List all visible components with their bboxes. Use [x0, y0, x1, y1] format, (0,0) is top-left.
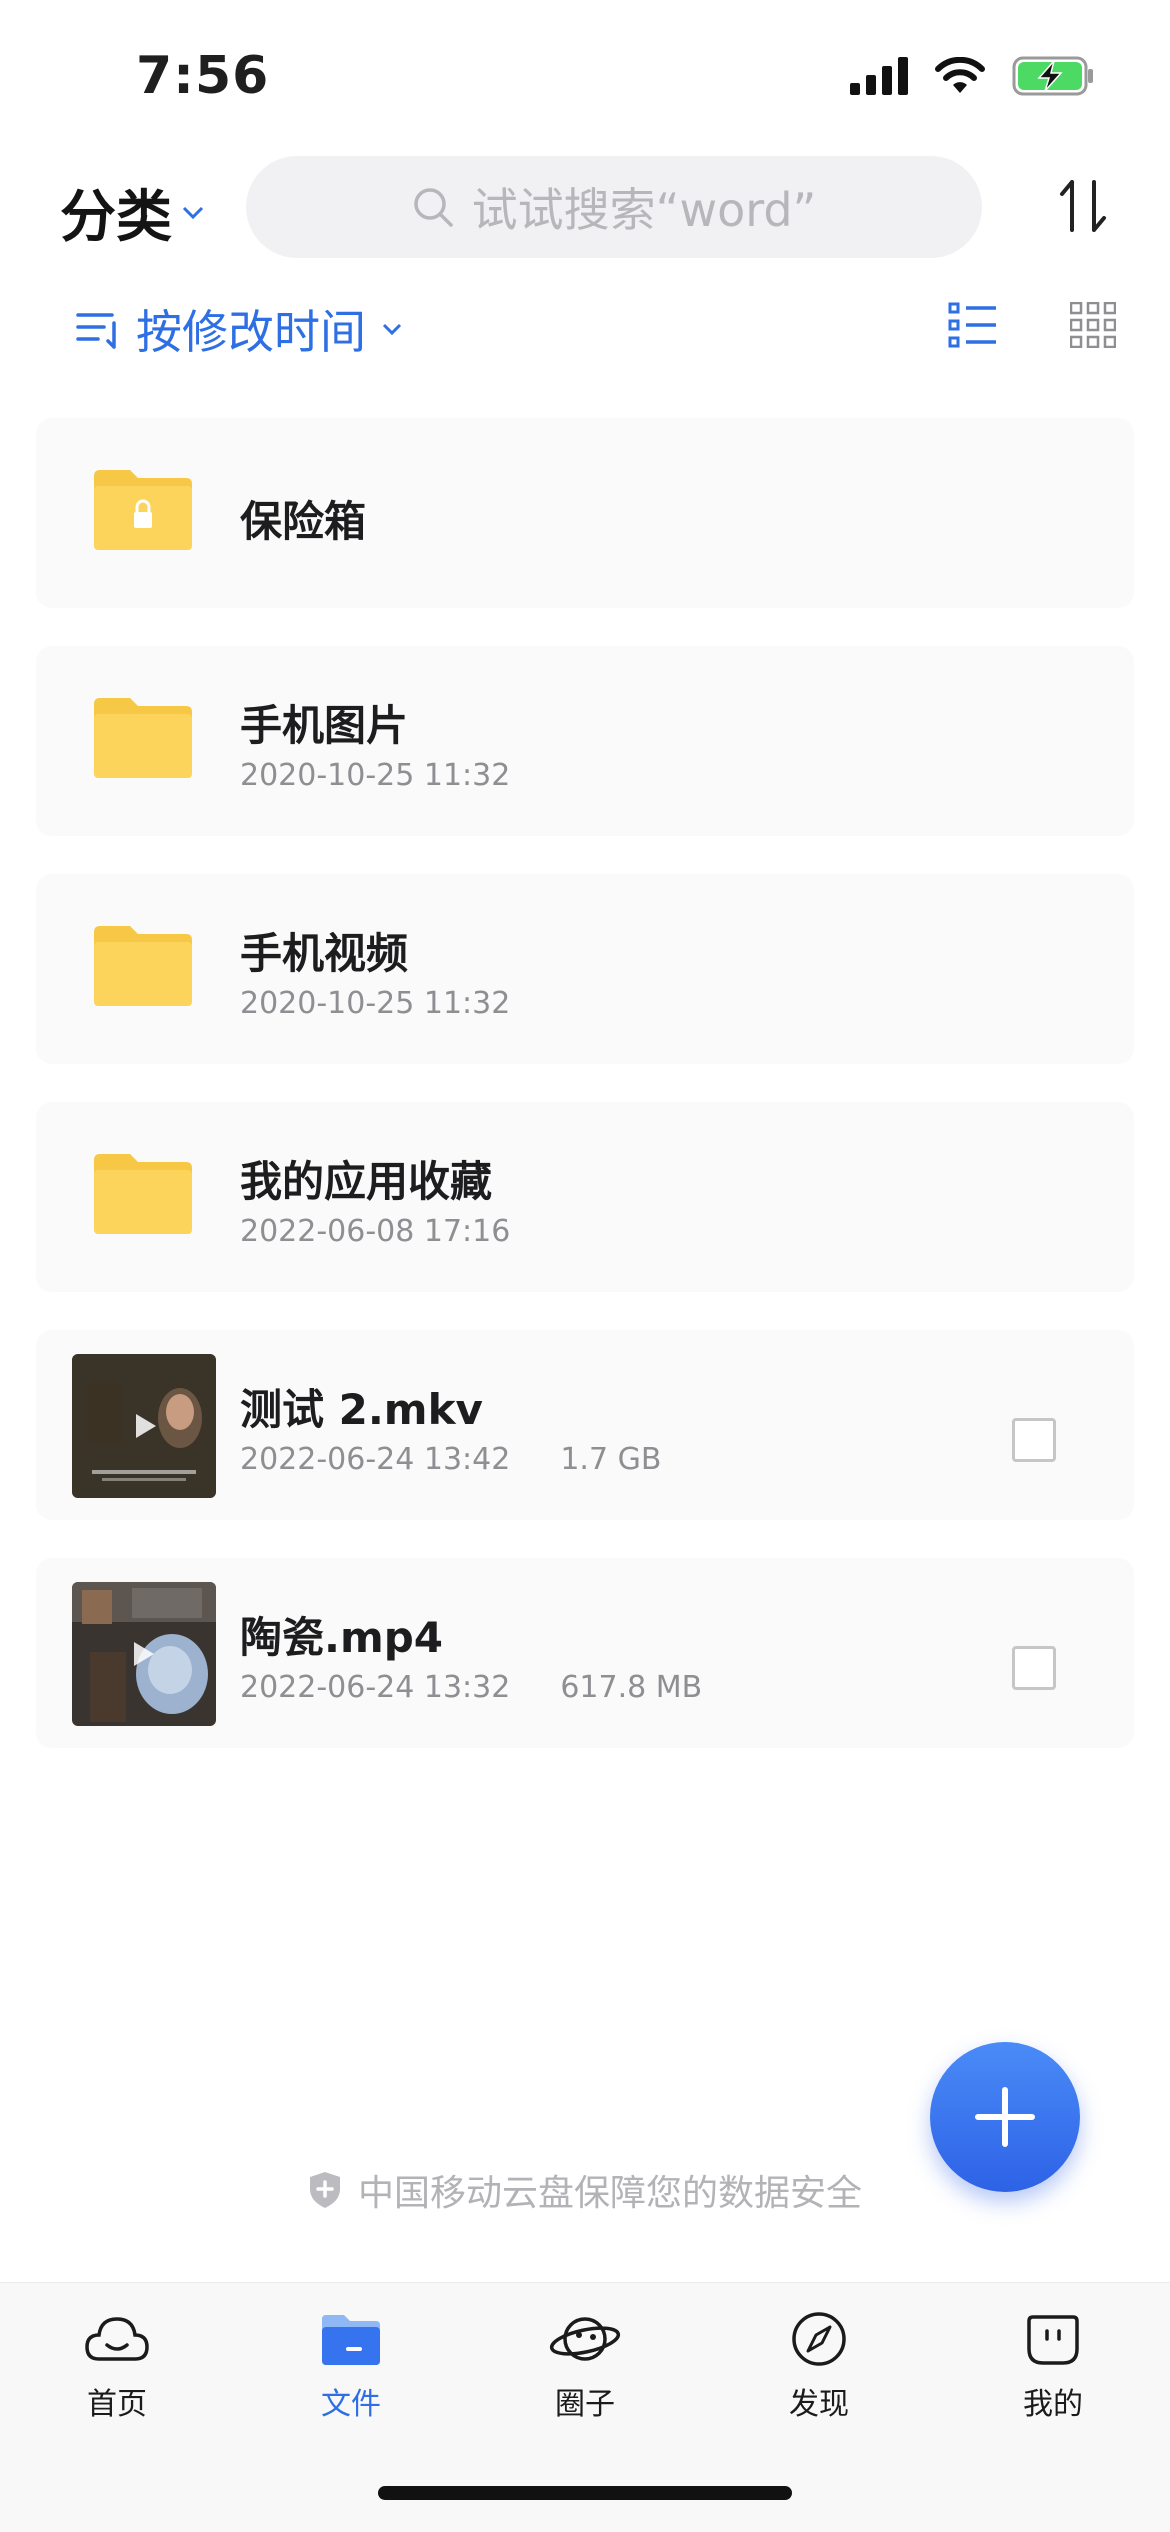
file-meta: 2020-10-25 11:32 [240, 986, 510, 1021]
planet-icon [549, 2317, 621, 2361]
tab-profile[interactable]: 我的 [936, 2311, 1170, 2423]
select-checkbox[interactable] [1012, 1646, 1056, 1690]
file-size: 617.8 MB [560, 1670, 703, 1705]
tab-label: 圈子 [555, 2387, 615, 2422]
select-checkbox[interactable] [1012, 1418, 1056, 1462]
security-text: 中国移动云盘保障您的数据安全 [357, 2173, 862, 2214]
file-date: 2022-06-08 17:16 [240, 1214, 511, 1249]
file-date: 2020-10-25 11:32 [240, 986, 511, 1021]
security-note: 中国移动云盘保障您的数据安全 [0, 2164, 1170, 2216]
tab-label: 文件 [321, 2387, 381, 2422]
home-cloud-icon [85, 2317, 149, 2361]
status-icons [850, 56, 1094, 96]
profile-face-icon [1027, 2315, 1079, 2365]
sort-by-label: 按修改时间 [136, 305, 366, 359]
file-meta: 2020-10-25 11:32 [240, 758, 510, 793]
sort-by-dropdown[interactable]: 按修改时间 [76, 296, 402, 362]
plus-icon [975, 2087, 1035, 2147]
chevron-down-icon [182, 206, 204, 219]
tab-circle[interactable]: 圈子 [468, 2311, 702, 2423]
wifi-icon [935, 57, 985, 93]
tab-home[interactable]: 首页 [0, 2311, 234, 2423]
file-meta: 2022-06-08 17:16 [240, 1214, 510, 1249]
grid-view-icon[interactable] [1070, 302, 1116, 348]
list-item-vault[interactable]: 保险箱 [36, 418, 1134, 608]
status-time: 7:56 [136, 46, 270, 106]
compass-icon [792, 2312, 846, 2366]
file-folder-icon [322, 2315, 380, 2365]
file-date: 2020-10-25 11:32 [240, 758, 511, 793]
home-indicator [378, 2486, 792, 2500]
locked-folder-icon [94, 470, 192, 550]
file-name: 陶瓷.mp4 [240, 1613, 444, 1662]
file-date: 2022-06-24 13:32 [240, 1670, 511, 1705]
file-date: 2022-06-24 13:42 [240, 1442, 511, 1477]
tab-files[interactable]: 文件 [234, 2311, 468, 2423]
top-header: 分类 试试搜索“word” [0, 150, 1170, 270]
tab-label: 首页 [87, 2387, 147, 2422]
list-view-icon[interactable] [948, 302, 998, 348]
sort-order-icon[interactable] [1056, 178, 1110, 234]
list-item-video-mp4[interactable]: 陶瓷.mp4 2022-06-24 13:32 617.8 MB [36, 1558, 1134, 1748]
category-label: 分类 [60, 185, 172, 250]
battery-charging-icon [1012, 56, 1093, 96]
file-meta: 2022-06-24 13:32 617.8 MB [240, 1670, 702, 1705]
list-item-phone-videos[interactable]: 手机视频 2020-10-25 11:32 [36, 874, 1134, 1064]
file-name: 手机图片 [240, 701, 409, 750]
sort-lines-icon [76, 313, 116, 349]
category-dropdown[interactable]: 分类 [60, 172, 204, 253]
file-name: 保险箱 [240, 497, 367, 546]
file-size: 1.7 GB [560, 1442, 662, 1477]
chevron-down-icon [382, 323, 402, 335]
list-item-app-favorites[interactable]: 我的应用收藏 2022-06-08 17:16 [36, 1102, 1134, 1292]
file-name: 测试 2.mkv [240, 1385, 483, 1434]
tab-label: 发现 [789, 2387, 849, 2422]
list-item-video-mkv[interactable]: 测试 2.mkv 2022-06-24 13:42 1.7 GB [36, 1330, 1134, 1520]
video-thumbnail [72, 1354, 216, 1498]
cellular-signal-icon [850, 57, 908, 95]
file-name: 手机视频 [240, 929, 409, 978]
folder-icon [94, 698, 192, 778]
folder-icon [94, 1154, 192, 1234]
search-bar[interactable]: 试试搜索“word” [246, 156, 982, 258]
sort-view-row: 按修改时间 [0, 290, 1170, 370]
search-placeholder: 试试搜索“word” [471, 183, 817, 237]
folder-icon [94, 926, 192, 1006]
files-screen: 7:56 分类 试试搜索“word” 按修改时间 保险箱 手机图片 2020-1… [0, 0, 1170, 2532]
video-thumbnail [72, 1582, 216, 1726]
file-meta: 2022-06-24 13:42 1.7 GB [240, 1442, 661, 1477]
file-name: 我的应用收藏 [240, 1157, 493, 1206]
shield-icon [309, 2172, 340, 2208]
search-icon [413, 188, 453, 227]
tab-label: 我的 [1023, 2387, 1083, 2422]
list-item-phone-photos[interactable]: 手机图片 2020-10-25 11:32 [36, 646, 1134, 836]
status-bar: 7:56 [0, 0, 1170, 150]
tab-discover[interactable]: 发现 [702, 2311, 936, 2423]
file-list: 保险箱 手机图片 2020-10-25 11:32 手机视频 2020-10-2… [36, 418, 1134, 1786]
